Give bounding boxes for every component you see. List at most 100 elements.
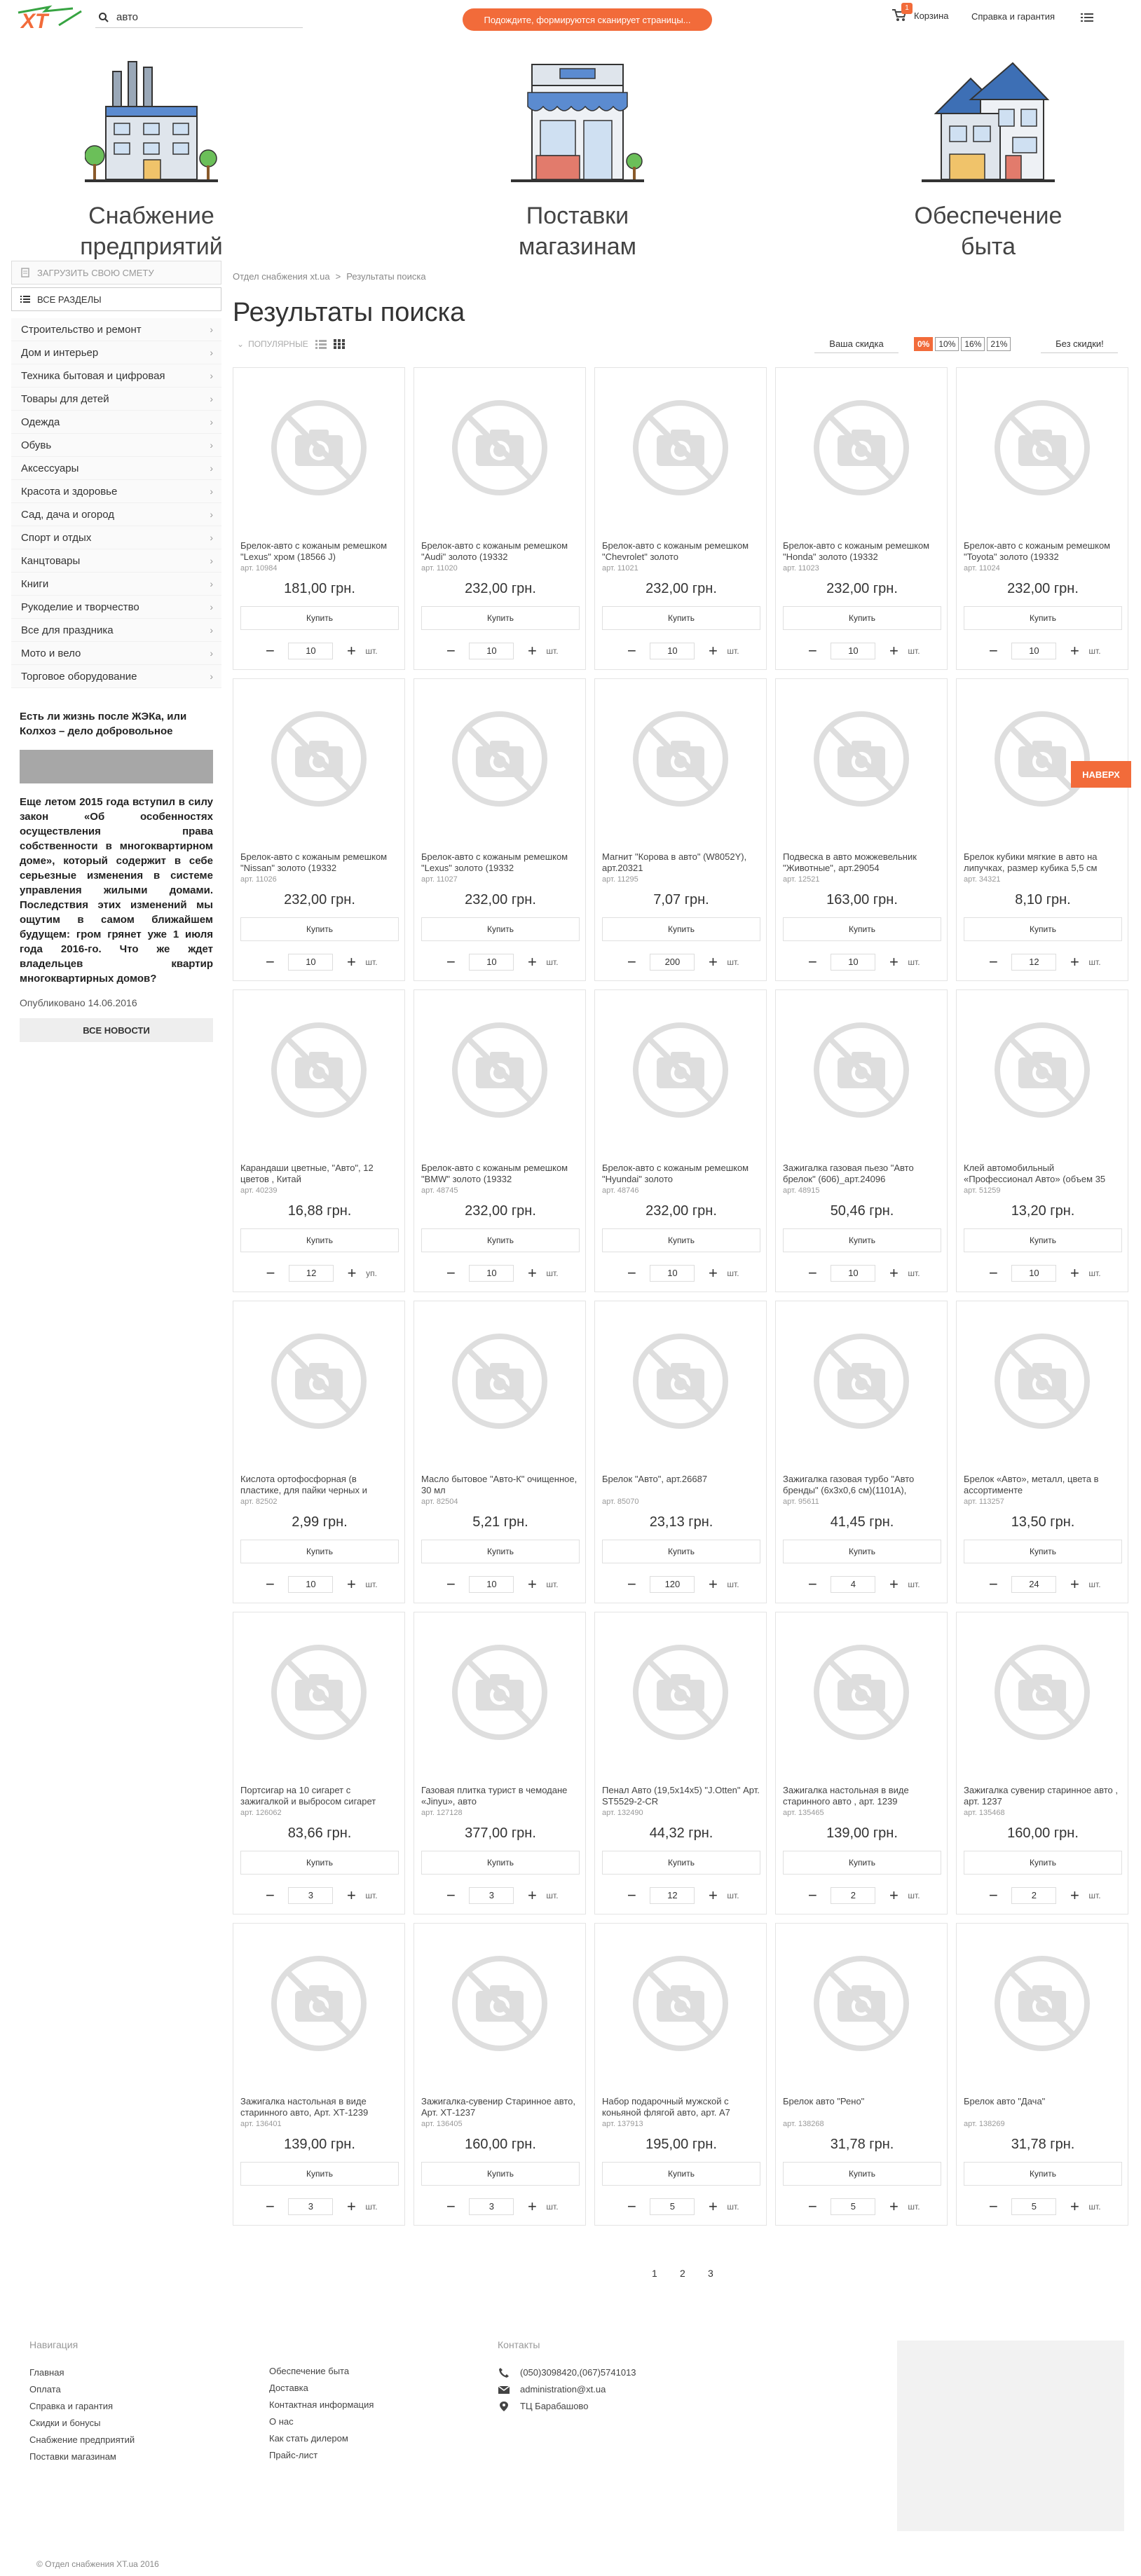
product-name[interactable]: Газовая плитка турист в чемодане «Jinyu»… [421, 1785, 580, 1807]
buy-button[interactable]: Купить [602, 1540, 760, 1563]
footer-nav-link[interactable]: Обеспечение быта [269, 2363, 374, 2380]
breadcrumb-home[interactable]: Отдел снабжения xt.ua [233, 271, 330, 282]
buy-button[interactable]: Купить [783, 1228, 941, 1252]
buy-button[interactable]: Купить [240, 606, 399, 630]
plus-icon[interactable]: + [885, 643, 902, 659]
quantity-input[interactable]: 10 [831, 643, 876, 659]
buy-button[interactable]: Купить [240, 1851, 399, 1875]
sidebar-category[interactable]: Мото и вело › [11, 642, 221, 665]
quantity-input[interactable]: 10 [831, 954, 876, 971]
product-card[interactable]: Брелок кубики мягкие в авто на липучках,… [956, 678, 1128, 981]
minus-icon[interactable]: − [262, 1266, 279, 1281]
product-name[interactable]: Зажигалка сувенир старинное авто , арт. … [964, 1785, 1122, 1807]
product-card[interactable]: Магнит "Корова в авто" (W8052Y), арт.203… [594, 678, 767, 981]
quantity-input[interactable]: 10 [650, 1265, 695, 1282]
buy-button[interactable]: Купить [240, 1228, 399, 1252]
footer-nav-link[interactable]: Прайс-лист [269, 2447, 374, 2464]
minus-icon[interactable]: − [623, 1888, 640, 1903]
sidebar-category[interactable]: Одежда › [11, 411, 221, 434]
buy-button[interactable]: Купить [783, 1851, 941, 1875]
plus-icon[interactable]: + [343, 1266, 360, 1281]
plus-icon[interactable]: + [704, 2199, 721, 2214]
product-name[interactable]: Подвеска в авто можжевельник "Животные",… [783, 851, 941, 874]
product-name[interactable]: Клей автомобильный «Профессионал Авто» (… [964, 1163, 1122, 1185]
buy-button[interactable]: Купить [964, 606, 1122, 630]
product-name[interactable]: Магнит "Корова в авто" (W8052Y), арт.203… [602, 851, 760, 874]
quantity-input[interactable]: 10 [469, 1576, 514, 1593]
product-card[interactable]: Портсигар на 10 сигарет с зажигалкой и в… [233, 1612, 405, 1914]
product-card[interactable]: Брелок-авто с кожаным ремешком "Nissan" … [233, 678, 405, 981]
buy-button[interactable]: Купить [602, 917, 760, 941]
sidebar-category[interactable]: Техника бытовая и цифровая › [11, 364, 221, 388]
hero-stores[interactable]: Поставки магазинам [465, 50, 690, 262]
product-name[interactable]: Брелок-авто с кожаным ремешком "BMW" зол… [421, 1163, 580, 1185]
plus-icon[interactable]: + [704, 1577, 721, 1592]
plus-icon[interactable]: + [524, 643, 540, 659]
quantity-input[interactable]: 10 [831, 1265, 876, 1282]
sort-control[interactable]: ⌄ ПОПУЛЯРНЫЕ [237, 339, 345, 349]
quantity-input[interactable]: 5 [831, 2198, 876, 2215]
product-card[interactable]: Зажигалка-сувенир Старинное авто, Арт. Х… [414, 1923, 586, 2226]
plus-icon[interactable]: + [885, 1888, 902, 1903]
plus-icon[interactable]: + [524, 1266, 540, 1281]
sidebar-category[interactable]: Дом и интерьер › [11, 341, 221, 364]
product-name[interactable]: Брелок кубики мягкие в авто на липучках,… [964, 851, 1122, 874]
minus-icon[interactable]: − [804, 1577, 821, 1592]
quantity-input[interactable]: 10 [650, 643, 695, 659]
buy-button[interactable]: Купить [421, 2162, 580, 2186]
minus-icon[interactable]: − [804, 1266, 821, 1281]
footer-nav-link[interactable]: Скидки и бонусы [29, 2415, 135, 2432]
product-card[interactable]: Брелок-авто с кожаным ремешком "Lexus" х… [233, 367, 405, 670]
sidebar-category[interactable]: Канцтовары › [11, 549, 221, 573]
product-name[interactable]: Набор подарочный мужской с коньяной фляг… [602, 2096, 760, 2118]
product-card[interactable]: Брелок "Авто", арт.26687 арт. 85070 23,13 … [594, 1301, 767, 1603]
buy-button[interactable]: Купить [421, 1851, 580, 1875]
quantity-input[interactable]: 120 [650, 1576, 695, 1593]
buy-button[interactable]: Купить [240, 2162, 399, 2186]
minus-icon[interactable]: − [985, 643, 1002, 659]
product-name[interactable]: Брелок-авто с кожаным ремешком "Honda" з… [783, 540, 941, 563]
product-name[interactable]: Масло бытовое "Авто-К" очищенное, 30 мл [421, 1474, 580, 1496]
quantity-input[interactable]: 10 [288, 1576, 334, 1593]
product-card[interactable]: Брелок авто "Рено" арт. 138268 31,78 грн. К… [775, 1923, 948, 2226]
upload-estimate-button[interactable]: ЗАГРУЗИТЬ СВОЮ СМЕТУ [11, 261, 221, 285]
minus-icon[interactable]: − [804, 643, 821, 659]
product-card[interactable]: Брелок-авто с кожаным ремешком "BMW" зол… [414, 989, 586, 1292]
product-card[interactable]: Зажигалка настольная в виде старинного а… [233, 1923, 405, 2226]
product-card[interactable]: Брелок-авто с кожаным ремешком "Honda" з… [775, 367, 948, 670]
product-card[interactable]: Брелок «Авто», металл, цвета в ассортиме… [956, 1301, 1128, 1603]
product-name[interactable]: Карандаши цветные, "Авто", 12 цветов , К… [240, 1163, 399, 1185]
product-name[interactable]: Брелок-авто с кожаным ремешком "Chevrole… [602, 540, 760, 563]
product-name[interactable]: Брелок авто "Рено" [783, 2096, 941, 2118]
plus-icon[interactable]: + [1066, 2199, 1083, 2214]
product-card[interactable]: Брелок-авто с кожаным ремешком "Audi" зо… [414, 367, 586, 670]
logo[interactable]: XT [17, 4, 84, 33]
product-card[interactable]: Кислота ортофосфорная (в пластике, для п… [233, 1301, 405, 1603]
minus-icon[interactable]: − [804, 954, 821, 970]
discount-option[interactable]: 10% [935, 337, 959, 351]
email-text[interactable]: administration@xt.ua [520, 2381, 606, 2398]
product-card[interactable]: Газовая плитка турист в чемодане «Jinyu»… [414, 1612, 586, 1914]
sidebar-category[interactable]: Обувь › [11, 434, 221, 457]
product-card[interactable]: Карандаши цветные, "Авто", 12 цветов , К… [233, 989, 405, 1292]
minus-icon[interactable]: − [985, 1577, 1002, 1592]
minus-icon[interactable]: − [985, 1888, 1002, 1903]
product-card[interactable]: Брелок-авто с кожаным ремешком "Lexus" з… [414, 678, 586, 981]
quantity-input[interactable]: 10 [288, 643, 334, 659]
list-view-icon[interactable] [315, 339, 327, 349]
plus-icon[interactable]: + [1066, 643, 1083, 659]
footer-nav-link[interactable]: Справка и гарантия [29, 2398, 135, 2415]
quantity-input[interactable]: 12 [650, 1887, 695, 1904]
buy-button[interactable]: Купить [783, 606, 941, 630]
product-card[interactable]: Зажигалка газовая пьезо "Авто брелок" (6… [775, 989, 948, 1292]
page-link[interactable]: 3 [708, 2268, 713, 2279]
buy-button[interactable]: Купить [240, 917, 399, 941]
minus-icon[interactable]: − [442, 1266, 459, 1281]
product-card[interactable]: Зажигалка сувенир старинное авто , арт. … [956, 1612, 1128, 1914]
footer-nav-link[interactable]: Главная [29, 2364, 135, 2381]
footer-nav-link[interactable]: О нас [269, 2413, 374, 2430]
product-name[interactable]: Пенал Авто (19,5x14x5) "J.Otten" Арт. ST… [602, 1785, 760, 1807]
sidebar-category[interactable]: Книги › [11, 573, 221, 596]
minus-icon[interactable]: − [442, 1888, 459, 1903]
plus-icon[interactable]: + [1066, 954, 1083, 970]
